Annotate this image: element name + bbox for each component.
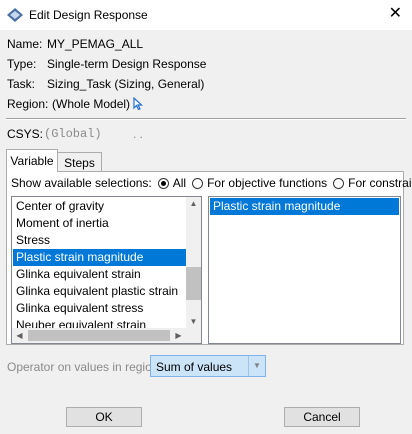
chevron-down-icon[interactable]: ▼ (248, 356, 265, 376)
csys-dots: . . (133, 127, 144, 141)
radio-all-label[interactable]: All (173, 176, 186, 190)
list-item[interactable]: Center of gravity (13, 198, 188, 215)
radio-objective[interactable] (192, 177, 204, 189)
radio-constraints-label[interactable]: For constraints (348, 176, 412, 190)
radio-objective-label[interactable]: For objective functions (207, 176, 327, 190)
csys-label: CSYS: (7, 127, 44, 141)
list-item[interactable]: Moment of inertia (13, 215, 188, 232)
list-item[interactable]: Glinka equivalent plastic strain (13, 283, 188, 300)
cancel-button[interactable]: Cancel (284, 407, 360, 427)
region-row: Region: (Whole Model) (7, 97, 130, 111)
selected-list[interactable]: Plastic strain magnitude (208, 196, 401, 344)
tab-variable[interactable]: Variable (6, 149, 58, 172)
operator-select[interactable]: Sum of values ▼ (150, 355, 266, 377)
type-row: Type: Single-term Design Response (7, 57, 206, 71)
scroll-left-icon[interactable]: ◀ (12, 331, 27, 340)
radio-all[interactable] (157, 177, 169, 189)
tab-steps[interactable]: Steps (58, 152, 102, 172)
scroll-down-icon[interactable]: ▼ (186, 317, 201, 326)
list-item-selected[interactable]: Plastic strain magnitude (13, 249, 188, 266)
scroll-right-icon[interactable]: ▶ (171, 331, 186, 340)
csys-value: (Global) (44, 127, 102, 141)
title-bar: Edit Design Response ✕ (0, 0, 412, 30)
scroll-up-icon[interactable]: ▲ (186, 199, 201, 208)
list-item[interactable]: Glinka equivalent stress (13, 300, 188, 317)
region-label: Region: (7, 97, 49, 111)
hscroll-thumb[interactable] (28, 330, 170, 341)
type-label: Type: (7, 57, 37, 71)
available-list[interactable]: Center of gravity Moment of inertia Stre… (11, 196, 202, 344)
ok-button[interactable]: OK (66, 407, 142, 427)
task-value: Sizing_Task (Sizing, General) (47, 77, 205, 91)
selected-list-item[interactable]: Plastic strain magnitude (210, 198, 399, 215)
name-row: Name: MY_PEMAG_ALL (7, 37, 143, 51)
show-label: Show available selections: (11, 176, 152, 190)
window-title: Edit Design Response (29, 8, 148, 22)
list-item[interactable]: Glinka equivalent strain (13, 266, 188, 283)
separator (6, 118, 406, 120)
task-row: Task: Sizing_Task (Sizing, General) (7, 77, 204, 91)
radio-constraints[interactable] (333, 177, 345, 189)
cursor-arrow-icon[interactable] (133, 97, 143, 110)
show-selections-row: Show available selections: All For objec… (11, 176, 412, 190)
operator-label: Operator on values in region: (7, 360, 162, 374)
abaqus-icon (7, 8, 23, 22)
horizontal-scrollbar[interactable]: ◀ ▶ (12, 328, 186, 343)
name-value: MY_PEMAG_ALL (47, 37, 144, 51)
vertical-scrollbar[interactable]: ▲ ▼ (186, 197, 201, 328)
list-item[interactable]: Stress (13, 232, 188, 249)
scroll-thumb[interactable] (186, 267, 201, 300)
task-label: Task: (7, 77, 36, 91)
name-label: Name: (7, 37, 43, 51)
type-value: Single-term Design Response (47, 57, 207, 71)
operator-value: Sum of values (156, 360, 233, 374)
scroll-corner (186, 328, 201, 343)
region-value: (Whole Model) (52, 97, 131, 111)
close-icon[interactable]: ✕ (389, 5, 402, 23)
